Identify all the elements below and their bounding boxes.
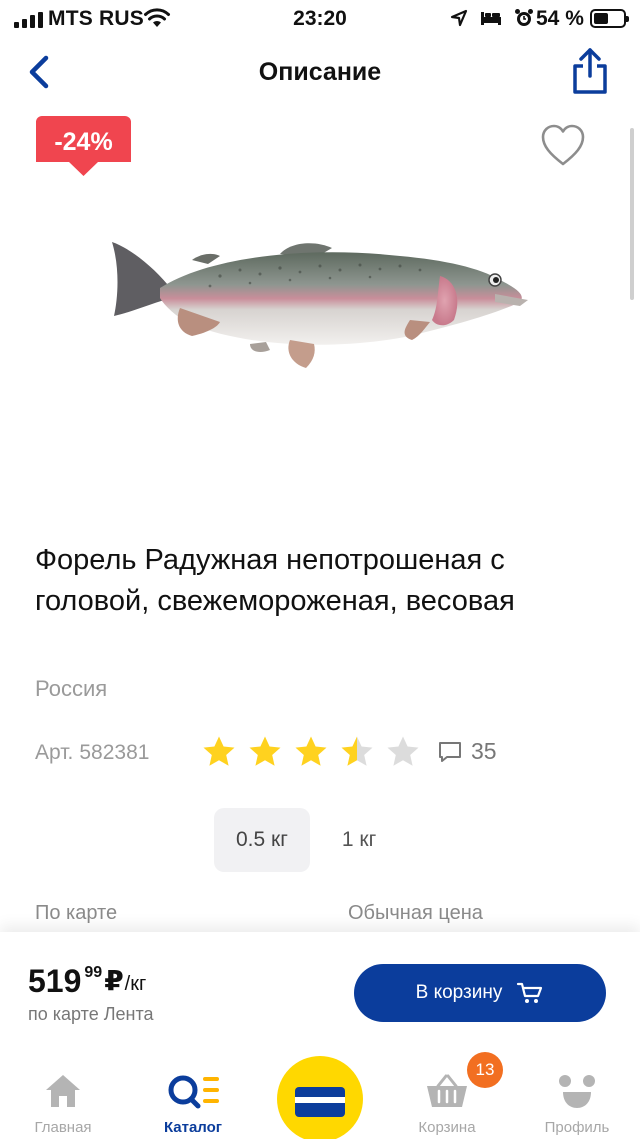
tab-bar: Главная Каталог Корзина 13 Профиль <box>0 1052 640 1139</box>
article-label: Арт. <box>35 741 74 764</box>
battery-icon <box>590 9 629 28</box>
tab-profile[interactable]: Профиль <box>522 1072 632 1136</box>
share-icon[interactable] <box>568 46 612 96</box>
loyalty-card-button[interactable] <box>277 1056 363 1139</box>
reviews-link[interactable]: 35 <box>437 738 497 765</box>
price-unit: /кг <box>124 973 147 995</box>
tab-home[interactable]: Главная <box>8 1072 118 1136</box>
card-price: 519 99 ₽ /кг <box>28 962 146 1006</box>
bed-icon <box>481 12 501 25</box>
price-currency: ₽ <box>104 965 124 996</box>
cart-count-badge: 13 <box>467 1052 503 1088</box>
weight-option-1kg[interactable]: 1 кг <box>320 808 398 872</box>
alarm-icon <box>515 9 533 26</box>
regular-price-label: Обычная цена <box>348 902 483 924</box>
status-bar: MTS RUS 23:20 54 % <box>0 0 640 40</box>
rating-star-icon <box>341 736 373 766</box>
price-note: по карте Лента <box>28 1004 154 1024</box>
navigation-bar: Описание <box>0 40 640 104</box>
price-panel: 519 99 ₽ /кг по карте Лента В корзину <box>0 932 640 1054</box>
scroll-indicator[interactable] <box>630 128 634 300</box>
tab-cart-label: Корзина <box>418 1119 476 1136</box>
price-kopecks: 99 <box>84 964 103 981</box>
add-to-cart-label: В корзину <box>415 982 503 1003</box>
loyalty-card-icon <box>295 1087 345 1117</box>
price-rubles: 519 <box>28 963 82 999</box>
product-title: Форель Радужная непотрошеная с головой, … <box>35 544 515 617</box>
discount-badge: -24% <box>36 116 131 176</box>
add-to-cart-button[interactable]: В корзину <box>354 964 606 1022</box>
home-icon <box>46 1075 80 1107</box>
discount-value: -24% <box>54 128 113 156</box>
article-number: Арт. 582381 <box>35 741 149 765</box>
reviews-count: 35 <box>471 738 497 764</box>
article-value: 582381 <box>79 741 150 764</box>
comment-icon <box>439 741 461 762</box>
page-title: Описание <box>258 58 382 86</box>
favorite-heart-icon[interactable] <box>540 124 586 168</box>
battery-percent: 54 % <box>536 7 584 30</box>
price-labels: По карте Обычная цена <box>35 902 615 925</box>
cart-icon <box>517 982 543 1003</box>
catalog-search-icon <box>168 1075 219 1109</box>
rating-star-icon <box>249 736 281 766</box>
rating-star-icon <box>295 736 327 766</box>
profile-smile-icon <box>559 1075 595 1108</box>
rating-star-icon <box>387 736 419 766</box>
basket-icon <box>427 1074 467 1107</box>
tab-profile-label: Профиль <box>544 1119 610 1136</box>
weight-selector: 0.5 кг 1 кг <box>214 808 398 872</box>
rating-stars[interactable] <box>202 735 420 767</box>
card-price-label: По карте <box>35 902 118 924</box>
tab-catalog-label: Каталог <box>163 1119 223 1136</box>
tab-home-label: Главная <box>34 1119 92 1136</box>
tab-catalog[interactable]: Каталог <box>138 1072 248 1136</box>
product-country: Россия <box>35 676 108 701</box>
weight-option-0.5kg[interactable]: 0.5 кг <box>214 808 310 872</box>
location-arrow-icon <box>450 9 468 27</box>
rating-star-icon <box>203 736 235 766</box>
product-image-trout <box>112 242 528 368</box>
